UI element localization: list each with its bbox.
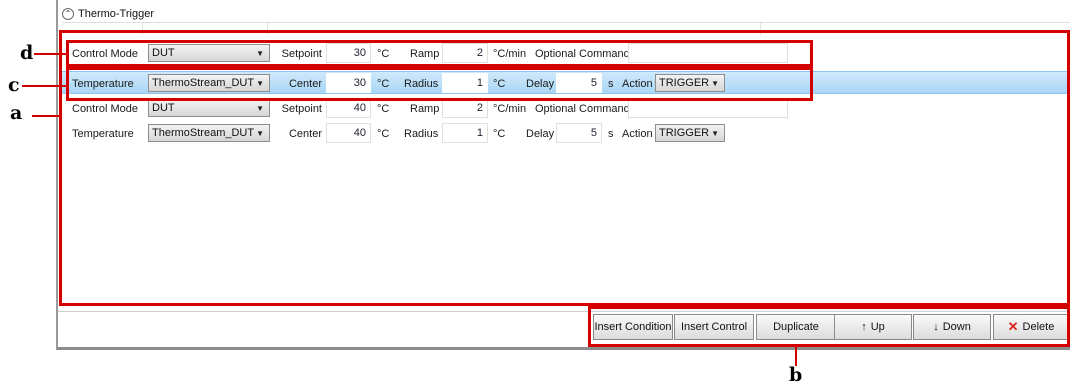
- callout-label-a: a: [10, 102, 23, 124]
- callout-line-a: [32, 115, 59, 117]
- chevron-up-icon[interactable]: ⌃: [62, 8, 74, 20]
- callout-label-c: c: [8, 74, 20, 96]
- callout-line-c: [22, 85, 66, 87]
- panel-title: Thermo-Trigger: [78, 8, 154, 20]
- highlight-box-d: [66, 40, 813, 67]
- callout-label-d: d: [20, 42, 34, 64]
- highlight-box-b: [588, 306, 1070, 347]
- callout-label-b: b: [789, 364, 803, 385]
- panel-header: ⌃ Thermo-Trigger: [62, 7, 154, 21]
- callout-line-d: [34, 53, 66, 55]
- highlight-box-c: [66, 67, 813, 101]
